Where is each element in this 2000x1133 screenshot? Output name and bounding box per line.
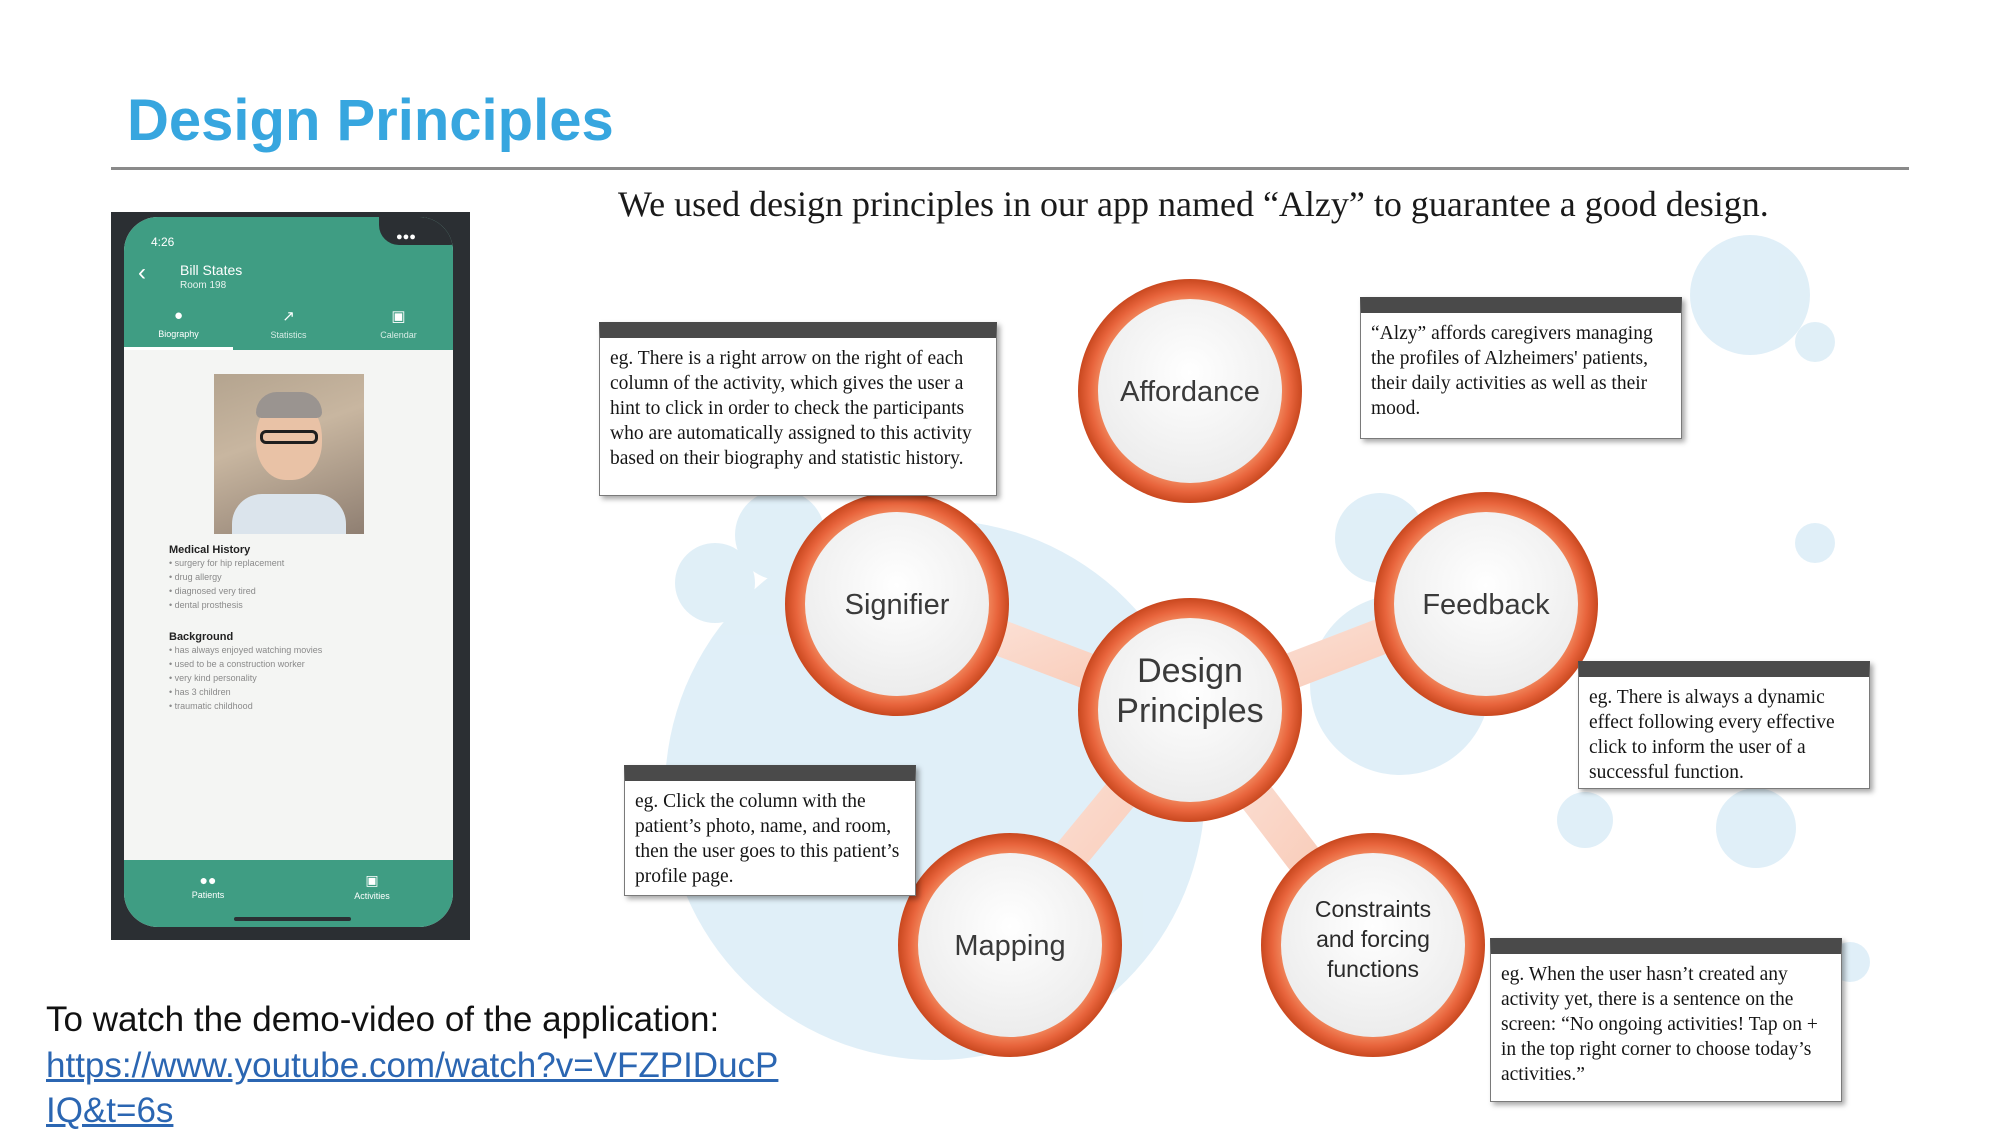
center-label-line2: Principles [1116, 692, 1263, 730]
medical-history-title: Medical History [169, 544, 251, 556]
status-time: 4:26 [151, 235, 175, 249]
calendar-icon: ▣ [365, 872, 379, 888]
nav-label: Patients [191, 890, 225, 900]
list-item: • surgery for hip replacement [169, 558, 285, 568]
constraints-label-line2: and forcing [1316, 926, 1430, 952]
list-item: • traumatic childhood [169, 701, 253, 711]
person-icon: ● [173, 307, 184, 324]
nav-activities[interactable]: ▣ Activities [332, 872, 412, 901]
background-title: Background [169, 631, 234, 643]
mapping-label: Mapping [954, 930, 1065, 962]
tab-label: Statistics [270, 330, 307, 340]
patient-name: Bill States [180, 262, 243, 278]
list-item: • has always enjoyed watching movies [169, 645, 323, 655]
list-item: • has 3 children [169, 687, 231, 697]
calendar-icon: ▣ [391, 308, 406, 325]
node-affordance: Affordance [1078, 279, 1302, 503]
people-icon: ●● [199, 872, 217, 888]
node-feedback: Feedback [1374, 492, 1598, 716]
callout-constraints: eg. When the user hasn’t created any act… [1490, 938, 1842, 1102]
signifier-label: Signifier [845, 589, 950, 621]
tab-label: Biography [158, 329, 199, 339]
list-item: • dental prosthesis [169, 600, 243, 610]
list-item: • diagnosed very tired [169, 586, 256, 596]
back-arrow-icon[interactable]: ‹ [138, 261, 146, 285]
callout-mapping: eg. Click the column with the patient’s … [624, 765, 916, 896]
tab-label: Calendar [380, 330, 417, 340]
feedback-label: Feedback [1422, 589, 1550, 621]
patient-room: Room 198 [180, 280, 227, 291]
tab-calendar[interactable]: ▣ Calendar [344, 307, 453, 340]
center-label-line1: Design [1137, 652, 1243, 690]
title-divider [111, 167, 1909, 170]
tab-biography[interactable]: ● Biography [124, 307, 233, 350]
node-signifier: Signifier [785, 492, 1009, 716]
phone-notch [379, 217, 453, 245]
constraints-label-line1: Constraints [1315, 896, 1431, 922]
slide-title: Design Principles [127, 88, 614, 153]
callout-feedback: eg. There is always a dynamic effect fol… [1578, 661, 1870, 789]
patient-photo [214, 374, 364, 534]
constraints-label-line3: functions [1327, 956, 1419, 982]
phone-screen: 4:26 ●●● ‹ Bill States Room 198 ● Biogra… [124, 217, 453, 927]
nav-label: Activities [354, 891, 390, 901]
home-indicator [234, 917, 351, 921]
list-item: • very kind personality [169, 673, 257, 683]
tab-statistics[interactable]: ↗ Statistics [234, 307, 343, 340]
chart-icon: ↗ [282, 308, 295, 325]
node-constraints: Constraints and forcing functions [1261, 833, 1485, 1057]
list-item: • drug allergy [169, 572, 222, 582]
callout-affordance: “Alzy” affords caregivers managing the p… [1360, 297, 1682, 439]
node-center: Design Principles [1078, 598, 1302, 822]
list-item: • used to be a construction worker [169, 659, 305, 669]
node-mapping: Mapping [898, 833, 1122, 1057]
nav-patients[interactable]: ●● Patients [168, 872, 248, 900]
callout-signifier: eg. There is a right arrow on the right … [599, 322, 997, 496]
wifi-icon: ●●● [396, 231, 416, 243]
affordance-label: Affordance [1120, 376, 1260, 408]
